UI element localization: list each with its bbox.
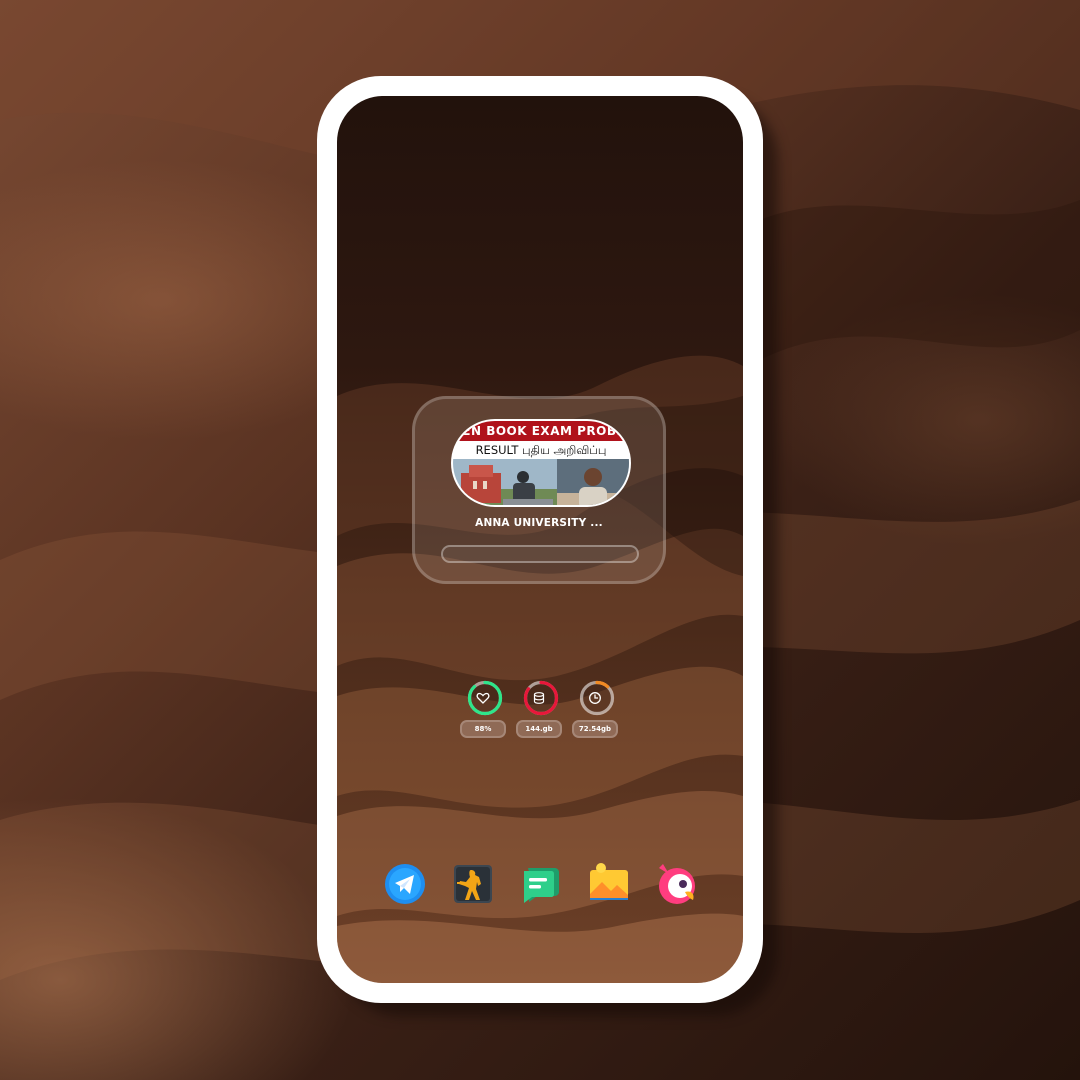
gallery-app-icon[interactable] (587, 862, 631, 906)
thumbnail-banner-text: PEN BOOK EXAM PROBLEMS (453, 421, 629, 441)
telegram-app-icon[interactable] (383, 862, 427, 906)
app-dock (383, 862, 699, 906)
video-widget[interactable]: PEN BOOK EXAM PROBLEMS RESULT புதிய அறிவ… (412, 396, 666, 584)
game-app-icon[interactable] (451, 862, 495, 906)
storage-value: 144.gb (516, 720, 562, 738)
storage-icon (533, 692, 545, 704)
video-progress-bar[interactable] (441, 545, 639, 563)
battery-value: 88% (460, 720, 506, 738)
phone-screen: PEN BOOK EXAM PROBLEMS RESULT புதிய அறிவ… (337, 96, 743, 983)
thumbnail-image (453, 459, 629, 505)
video-title: ANNA UNIVERSITY ... (475, 517, 603, 529)
clock-icon (589, 692, 601, 704)
heart-icon (476, 692, 490, 704)
thumbnail-subtitle-text: RESULT புதிய அறிவிப்பு (453, 441, 629, 459)
usage-value: 72.54gb (572, 720, 618, 738)
video-thumbnail[interactable]: PEN BOOK EXAM PROBLEMS RESULT புதிய அறிவ… (451, 419, 631, 507)
bird-app-icon[interactable] (655, 862, 699, 906)
messages-app-icon[interactable] (519, 862, 563, 906)
